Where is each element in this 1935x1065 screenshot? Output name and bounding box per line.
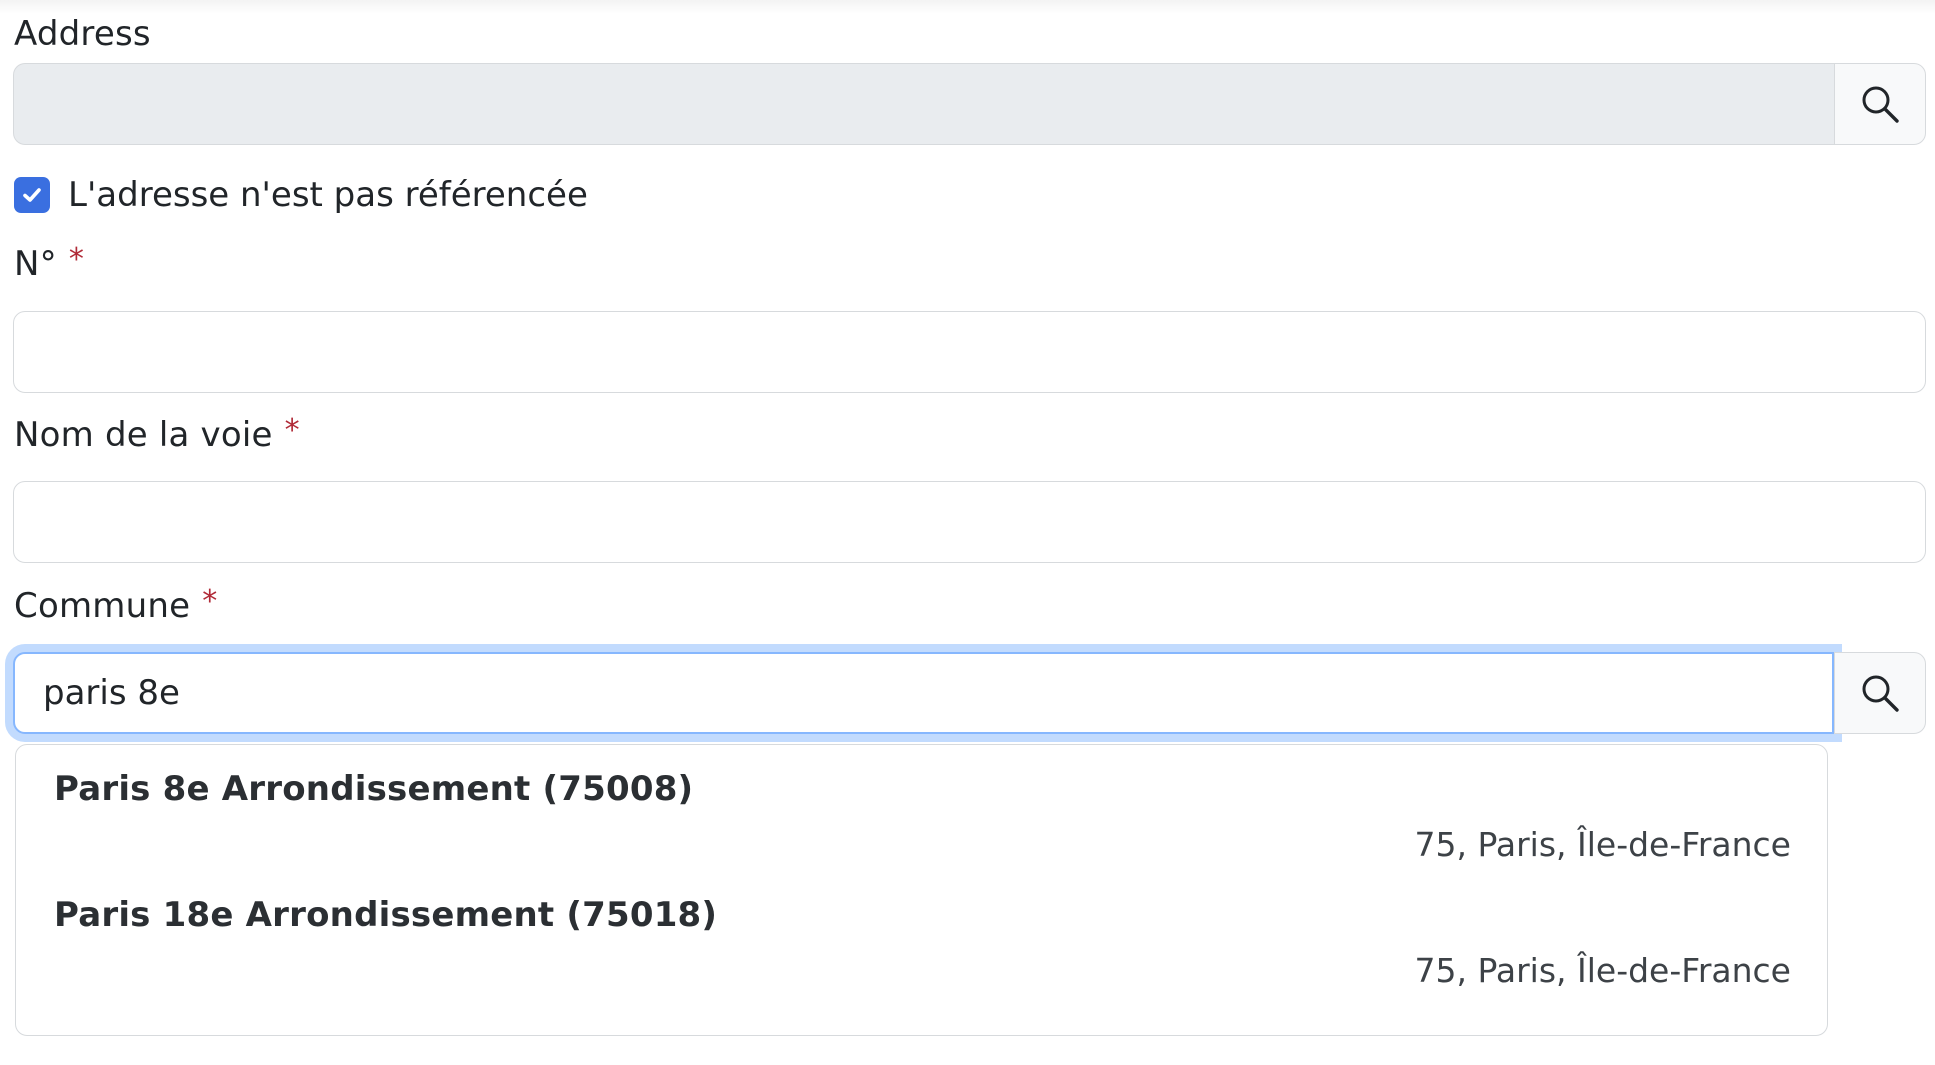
commune-label: Commune *: [14, 584, 218, 626]
address-input-group: [13, 63, 1926, 145]
suggestion-subtitle: 75, Paris, Île-de-France: [1414, 951, 1791, 990]
suggestion-title: Paris 18e Arrondissement (75018): [54, 895, 718, 935]
numero-label: N° *: [14, 242, 85, 284]
unreferenced-checkbox[interactable]: [14, 177, 50, 213]
voie-input[interactable]: [13, 481, 1926, 563]
required-marker: *: [284, 413, 300, 448]
address-search-button[interactable]: [1834, 63, 1926, 145]
suggestion-item[interactable]: Paris 8e Arrondissement (75008) 75, Pari…: [16, 745, 1827, 871]
required-marker: *: [202, 584, 218, 619]
suggestion-item[interactable]: Paris 18e Arrondissement (75018) 75, Par…: [16, 871, 1827, 997]
commune-search-button[interactable]: [1834, 652, 1926, 734]
address-label: Address: [14, 14, 151, 54]
unreferenced-checkbox-label[interactable]: L'adresse n'est pas référencée: [68, 175, 588, 215]
suggestion-subtitle: 75, Paris, Île-de-France: [1414, 825, 1791, 864]
unreferenced-checkbox-row[interactable]: L'adresse n'est pas référencée: [14, 175, 588, 215]
search-icon: [1862, 675, 1899, 712]
numero-input-group: [13, 311, 1926, 393]
commune-input-group: [13, 652, 1926, 734]
checkmark-icon: [23, 188, 41, 202]
required-marker: *: [68, 242, 85, 277]
commune-input[interactable]: [13, 652, 1834, 734]
commune-suggestions-dropdown: Paris 8e Arrondissement (75008) 75, Pari…: [15, 744, 1828, 1036]
numero-input[interactable]: [13, 311, 1926, 393]
address-form: Address L'adresse n'est pas référencée N…: [0, 0, 1935, 1065]
address-input[interactable]: [13, 63, 1834, 145]
voie-label: Nom de la voie *: [14, 413, 300, 455]
suggestion-title: Paris 8e Arrondissement (75008): [54, 769, 694, 809]
search-icon: [1862, 86, 1899, 123]
voie-input-group: [13, 481, 1926, 563]
